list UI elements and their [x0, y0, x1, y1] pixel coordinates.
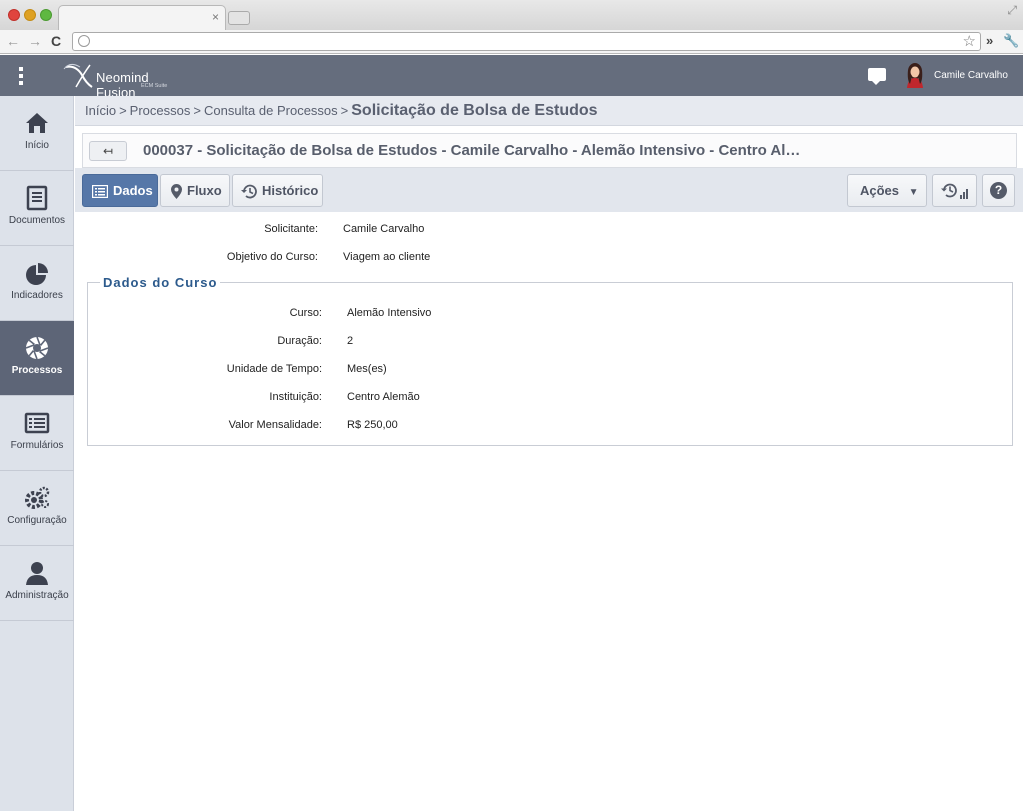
sidebar-item-inicio[interactable]: Início [0, 96, 74, 171]
field-value: Mes(es) [347, 363, 387, 375]
breadcrumb-separator: > [193, 103, 201, 118]
history-icon [241, 184, 257, 199]
list-icon [92, 185, 108, 199]
sidebar-item-label: Indicadores [11, 290, 63, 301]
field-value: 2 [347, 335, 354, 347]
sidebar-item-indicadores[interactable]: Indicadores [0, 246, 74, 321]
breadcrumb-link-processos[interactable]: Processos [130, 103, 191, 118]
back-button[interactable]: ↤ [89, 141, 127, 161]
sidebar-item-label: Administração [5, 590, 69, 601]
browser-tab[interactable]: × [58, 5, 226, 31]
breadcrumb-bar: Início > Processos > Consulta de Processos > S… [75, 96, 1023, 126]
sidebar-item-label: Configuração [7, 515, 67, 526]
form-icon [24, 412, 50, 434]
field-value: R$ 250,00 [347, 419, 398, 431]
sidebar-item-label: Início [25, 140, 49, 151]
process-toolbar: Dados Fluxo Histórico Ações ▼ ? [75, 168, 1023, 212]
user-name[interactable]: Camile Carvalho [934, 70, 1008, 81]
browser-toolbar: ← → C ☆ » 🔧 [0, 30, 1023, 54]
actions-label: Ações [860, 183, 900, 198]
extensions-more-icon[interactable]: » [986, 33, 993, 48]
field-value: Viagem ao cliente [343, 251, 431, 263]
aperture-icon [25, 336, 49, 360]
avatar[interactable] [904, 62, 926, 88]
field-value: Camile Carvalho [343, 223, 425, 235]
field-value: Centro Alemão [347, 391, 420, 403]
logo-swoosh-icon [63, 63, 93, 88]
breadcrumb-separator: > [340, 103, 349, 118]
home-icon [26, 113, 48, 133]
pie-chart-icon [26, 263, 48, 285]
breadcrumb: Início > Processos > Consulta de Processos > S… [85, 102, 598, 120]
sidebar-item-processos[interactable]: Processos [0, 321, 74, 396]
tab-historico-label: Histórico [262, 183, 319, 198]
form-content: Solicitante: Camile Carvalho Objetivo do… [82, 212, 1017, 807]
app-subtitle: ECM Suite [141, 83, 168, 89]
new-tab-button[interactable] [228, 11, 250, 25]
tab-fluxo[interactable]: Fluxo [160, 174, 230, 207]
bookmark-star-icon[interactable]: ☆ [963, 32, 976, 50]
browser-tab-strip: × ⤢ [0, 0, 1023, 31]
sidebar: Início Documentos Indicadores Processos [0, 96, 74, 811]
sidebar-item-label: Processos [11, 365, 63, 376]
breadcrumb-separator: > [119, 103, 127, 118]
section-title: Dados do Curso [100, 275, 221, 290]
map-pin-icon [171, 184, 182, 200]
breadcrumb-link-inicio[interactable]: Início [85, 103, 116, 118]
field-value: Alemão Intensivo [347, 307, 432, 319]
process-title-bar: ↤ 000037 - Solicitação de Bolsa de Estud… [82, 133, 1017, 168]
actions-dropdown[interactable]: Ações ▼ [847, 174, 927, 207]
tab-dados[interactable]: Dados [82, 174, 158, 207]
course-section: Dados do Curso Curso: Alemão Intensivo D… [87, 275, 1013, 446]
document-icon [26, 185, 48, 211]
breadcrumb-link-consulta[interactable]: Consulta de Processos [204, 103, 338, 118]
sidebar-item-configuracao[interactable]: Configuração [0, 471, 74, 546]
history-chart-icon [941, 183, 968, 199]
minimize-window-button[interactable] [24, 9, 36, 21]
field-label: Solicitante: [264, 223, 318, 235]
menu-icon[interactable] [19, 67, 23, 85]
tab-dados-label: Dados [113, 183, 153, 198]
fullscreen-icon[interactable]: ⤢ [1007, 3, 1017, 18]
sidebar-item-label: Documentos [8, 215, 66, 226]
process-title: 000037 - Solicitação de Bolsa de Estudos… [143, 142, 801, 159]
browser-forward-button[interactable]: → [28, 33, 42, 49]
app-logo[interactable]: Neomind Fusion ECM Suite [62, 61, 192, 100]
field-label: Duração: [277, 335, 322, 347]
tab-fluxo-label: Fluxo [187, 183, 222, 198]
browser-back-button[interactable]: ← [6, 33, 20, 49]
help-button[interactable]: ? [982, 174, 1015, 207]
tab-historico[interactable]: Histórico [232, 174, 323, 207]
sidebar-item-documentos[interactable]: Documentos [0, 171, 74, 246]
wrench-icon[interactable]: 🔧 [1003, 33, 1019, 49]
field-label: Valor Mensalidade: [228, 419, 322, 431]
sidebar-item-formularios[interactable]: Formulários [0, 396, 74, 471]
close-window-button[interactable] [8, 9, 20, 21]
chat-icon[interactable] [868, 68, 886, 85]
sidebar-item-administracao[interactable]: Administração [0, 546, 74, 621]
zoom-window-button[interactable] [40, 9, 52, 21]
user-icon [26, 562, 48, 585]
history-chart-button[interactable] [932, 174, 977, 207]
field-label: Curso: [289, 307, 322, 319]
page-title: Solicitação de Bolsa de Estudos [351, 102, 598, 119]
sidebar-item-label: Formulários [10, 440, 64, 451]
help-icon: ? [990, 182, 1007, 199]
chevron-down-icon: ▼ [908, 187, 919, 198]
gears-icon [25, 486, 50, 509]
field-label: Unidade de Tempo: [226, 363, 322, 375]
browser-reload-button[interactable]: C [51, 33, 61, 49]
field-label: Instituição: [269, 391, 322, 403]
tab-close-icon[interactable]: × [212, 10, 219, 24]
address-bar[interactable]: ☆ [72, 32, 981, 51]
globe-icon [78, 35, 90, 47]
field-label: Objetivo do Curso: [226, 251, 318, 263]
